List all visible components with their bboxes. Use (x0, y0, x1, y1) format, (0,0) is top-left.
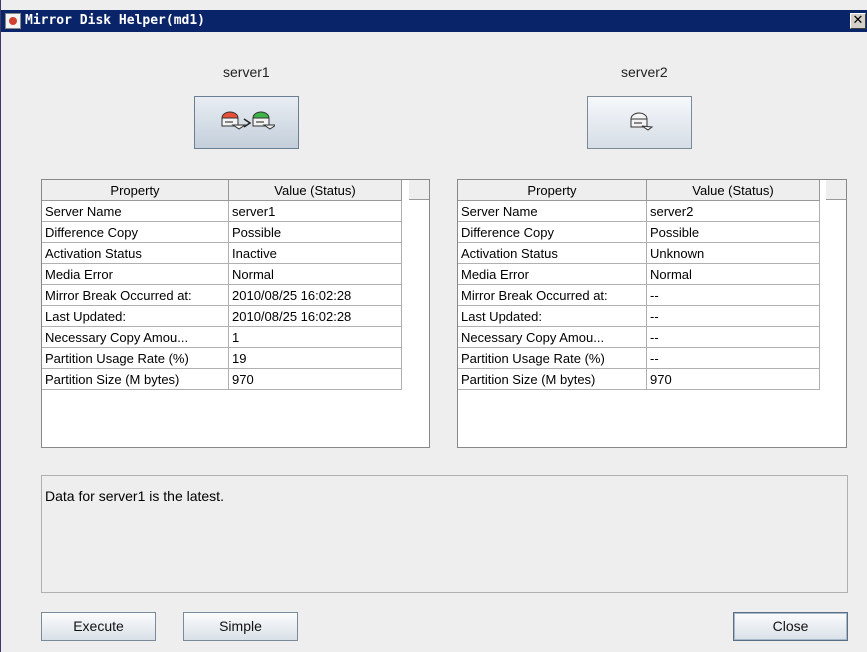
table-row[interactable]: Necessary Copy Amou... -- (458, 326, 820, 348)
value-cell: 970 (228, 368, 402, 390)
table-row[interactable]: Activation Status Unknown (458, 242, 820, 264)
value-cell: 1 (228, 326, 402, 348)
column-header-value[interactable]: Value (Status) (646, 180, 820, 201)
value-cell: -- (646, 347, 820, 369)
java-app-icon (5, 13, 21, 29)
column-header-property[interactable]: Property (42, 180, 229, 201)
value-cell: -- (646, 284, 820, 306)
property-cell: Server Name (458, 200, 647, 222)
table-header-row: Property Value (Status) (458, 180, 820, 201)
close-button[interactable]: Close (733, 612, 848, 641)
server2-properties-table: Property Value (Status) Server Name serve… (457, 179, 847, 448)
property-cell: Activation Status (42, 242, 229, 264)
server1-label: server1 (223, 64, 270, 80)
value-cell: 2010/08/25 16:02:28 (228, 284, 402, 306)
table-row[interactable]: Difference Copy Possible (42, 221, 402, 243)
mirror-disk-helper-window: Mirror Disk Helper(md1) ✕ server1 Proper… (0, 0, 867, 652)
server1-properties-table: Property Value (Status) Server Name serve… (41, 179, 430, 448)
table-row[interactable]: Partition Usage Rate (%) 19 (42, 347, 402, 369)
table-row[interactable]: Media Error Normal (458, 263, 820, 285)
window-close-button[interactable]: ✕ (850, 13, 866, 29)
property-cell: Partition Size (M bytes) (42, 368, 229, 390)
table-header-corner (826, 180, 846, 200)
table-row[interactable]: Partition Size (M bytes) 970 (458, 368, 820, 390)
value-cell: 19 (228, 347, 402, 369)
table-header-corner (409, 180, 429, 200)
value-cell: Normal (646, 263, 820, 285)
table-row[interactable]: Server Name server1 (42, 200, 402, 222)
server1-mirror-status-button[interactable] (194, 96, 299, 149)
status-message: Data for server1 is the latest. (45, 488, 224, 504)
value-cell: -- (646, 305, 820, 327)
property-cell: Partition Usage Rate (%) (42, 347, 229, 369)
value-cell: 970 (646, 368, 820, 390)
disk-icon (630, 112, 653, 131)
property-cell: Last Updated: (42, 305, 229, 327)
execute-button[interactable]: Execute (41, 612, 156, 641)
table-row[interactable]: Last Updated: 2010/08/25 16:02:28 (42, 305, 402, 327)
server2-mirror-status-button[interactable] (587, 96, 692, 149)
value-cell: -- (646, 326, 820, 348)
table-row[interactable]: Activation Status Inactive (42, 242, 402, 264)
value-cell: server1 (228, 200, 402, 222)
disk-copy-icon (221, 111, 275, 130)
table-row[interactable]: Partition Usage Rate (%) -- (458, 347, 820, 369)
value-cell: 2010/08/25 16:02:28 (228, 305, 402, 327)
value-cell: Unknown (646, 242, 820, 264)
table-header-row: Property Value (Status) (42, 180, 402, 201)
column-header-property[interactable]: Property (458, 180, 647, 201)
property-cell: Partition Size (M bytes) (458, 368, 647, 390)
property-cell: Mirror Break Occurred at: (42, 284, 229, 306)
property-cell: Activation Status (458, 242, 647, 264)
table-row[interactable]: Mirror Break Occurred at: 2010/08/25 16:0… (42, 284, 402, 306)
server2-label: server2 (621, 64, 668, 80)
simple-button[interactable]: Simple (183, 612, 298, 641)
property-cell: Server Name (42, 200, 229, 222)
property-cell: Difference Copy (458, 221, 647, 243)
property-cell: Necessary Copy Amou... (458, 326, 647, 348)
table-row[interactable]: Partition Size (M bytes) 970 (42, 368, 402, 390)
property-cell: Media Error (458, 263, 647, 285)
table-row[interactable]: Media Error Normal (42, 263, 402, 285)
table-row[interactable]: Server Name server2 (458, 200, 820, 222)
property-cell: Last Updated: (458, 305, 647, 327)
value-cell: Normal (228, 263, 402, 285)
value-cell: Possible (228, 221, 402, 243)
value-cell: Possible (646, 221, 820, 243)
table-row[interactable]: Necessary Copy Amou... 1 (42, 326, 402, 348)
column-header-value[interactable]: Value (Status) (228, 180, 402, 201)
window-title: Mirror Disk Helper(md1) (25, 13, 206, 28)
table-row[interactable]: Last Updated: -- (458, 305, 820, 327)
table-row[interactable]: Mirror Break Occurred at: -- (458, 284, 820, 306)
property-cell: Media Error (42, 263, 229, 285)
value-cell: server2 (646, 200, 820, 222)
title-bar: Mirror Disk Helper(md1) ✕ (1, 10, 867, 32)
property-cell: Necessary Copy Amou... (42, 326, 229, 348)
server1-table: Property Value (Status) Server Name serve… (42, 180, 402, 390)
server2-table: Property Value (Status) Server Name serve… (458, 180, 820, 390)
property-cell: Partition Usage Rate (%) (458, 347, 647, 369)
property-cell: Mirror Break Occurred at: (458, 284, 647, 306)
table-row[interactable]: Difference Copy Possible (458, 221, 820, 243)
value-cell: Inactive (228, 242, 402, 264)
property-cell: Difference Copy (42, 221, 229, 243)
status-message-area: Data for server1 is the latest. (41, 475, 848, 593)
